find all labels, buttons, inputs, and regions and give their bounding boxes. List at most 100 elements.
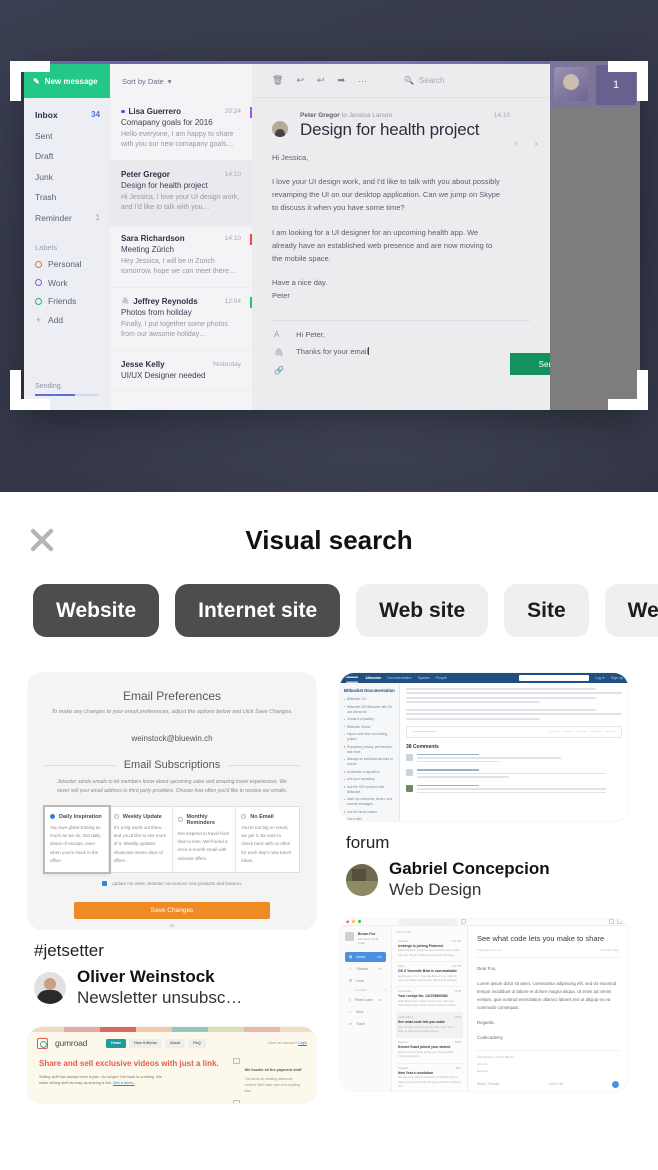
page-title: Visual search	[245, 524, 413, 555]
message-time: 14:10	[224, 234, 241, 242]
reply-all-icon[interactable]: ↩	[317, 75, 325, 86]
sidebar-item-inbox[interactable]: Inbox 34	[35, 110, 110, 120]
sender-name: Jesse Kelly	[121, 360, 165, 370]
chip-we[interactable]: We	[604, 584, 658, 637]
mail-item: Pinterest Mon New Year's resolution We lo…	[396, 1064, 463, 1091]
folder-label: Inbox	[35, 110, 58, 120]
feature-desc: You focus on creating awesome content. W…	[244, 1077, 301, 1093]
mail-regards: Regards,	[477, 1020, 495, 1026]
result-thumbnail[interactable]: Brown Fox Last Seen 13:45 Today ▤ Inbox …	[340, 918, 628, 1091]
label-personal[interactable]: Personal	[24, 259, 110, 269]
chevron-right-icon[interactable]: ›	[534, 138, 538, 150]
mail-app-page: Brown Fox Last Seen 13:45 Today ▤ Inbox …	[340, 918, 628, 1091]
sidebar-item-junk[interactable]: Junk	[35, 172, 110, 182]
subscription-options: Daily Inspiration You love globe-trottin…	[43, 804, 300, 875]
sender-name: Lisa Guerrero	[128, 107, 181, 116]
message-pager[interactable]: ‹ ›	[515, 138, 538, 150]
label-work[interactable]: Work	[24, 278, 110, 288]
attachment-icon[interactable]: 🖇	[274, 348, 284, 357]
option-desc: You love globe-trotting as much as we do…	[50, 824, 101, 864]
to-word: to	[341, 112, 347, 119]
doc-sidebar: Bitbucket Documentation Bitbucket 101 Bi…	[340, 683, 400, 821]
more-icon[interactable]: ···	[358, 76, 367, 86]
crop-handle-bottom-left[interactable]	[10, 370, 21, 410]
format-text-icon[interactable]: A	[274, 330, 284, 339]
mail-title: See what code lets you make to share	[477, 933, 605, 943]
sidebar-title: Bitbucket Documentation	[344, 688, 395, 693]
result-tag[interactable]: forum	[346, 833, 628, 853]
result-attribution[interactable]: Oliver Weinstock Newsletter unsubsc…	[34, 967, 316, 1009]
label-text: Add	[48, 314, 64, 325]
search-box[interactable]: 🔍 Search	[404, 76, 444, 85]
mail-item: Apple 1:22 PM OS X Yosemite Beta is now a…	[396, 962, 463, 988]
user-name: Brown Fox	[357, 931, 376, 936]
message-list-item[interactable]: 🖇 Jeffrey Reynolds 12:04 Photos from hol…	[110, 288, 252, 352]
message-list-item[interactable]: Lisa Guerrero 20:24 Comapany goals for 2…	[110, 98, 252, 162]
label-friends[interactable]: Friends	[24, 296, 110, 306]
author-name: Gabriel Concepcion	[389, 859, 550, 878]
reply-icon[interactable]: ↩	[296, 75, 304, 86]
panel-body	[550, 107, 640, 410]
chip-website[interactable]: Website	[33, 584, 160, 637]
sidebar-link: Bitbucket Teams	[344, 725, 395, 730]
sort-control[interactable]: Sort by Date ▾	[110, 64, 252, 98]
result-thumbnail[interactable]: gumroad Home How It Works About FAQ Have…	[28, 1026, 316, 1103]
mail-sidebar: Brown Fox Last Seen 13:45 Today ▤ Inbox …	[340, 925, 392, 1091]
filter-chip-row[interactable]: Website Internet site Web site Site We	[0, 584, 658, 637]
result-thumbnail[interactable]: Email Preferences To make any changes to…	[28, 673, 316, 929]
sidebar-item-trash[interactable]: Trash	[35, 192, 110, 202]
labels-header: Labels	[35, 243, 58, 252]
message-list-item[interactable]: Sara Richardson 14:10 Meeting Zürich Hey…	[110, 225, 252, 288]
message-time: Yesterday	[212, 361, 241, 369]
close-button[interactable]	[27, 525, 57, 555]
result-card[interactable]: gumroad Home How It Works About FAQ Have…	[28, 1026, 316, 1103]
mail-item: Codecademy 18:04 See what code lets you m…	[396, 1012, 463, 1039]
folder-label: Reminder	[35, 212, 72, 223]
message-list-item[interactable]: Jesse Kelly Yesterday UI/UX Designer nee…	[110, 351, 252, 392]
avatar[interactable]	[346, 863, 378, 896]
message-list-item[interactable]: Peter Gregor 14:10 Design for health pro…	[110, 161, 252, 225]
crop-handle-top-left[interactable]	[10, 61, 21, 101]
chip-internet-site[interactable]: Internet site	[175, 584, 341, 637]
result-card[interactable]: Email Preferences To make any changes to…	[28, 673, 316, 1009]
chevron-left-icon[interactable]: ‹	[515, 138, 519, 150]
reply-composer[interactable]: A 🖇 🔗 Hi Peter, Thanks for your email	[272, 321, 530, 375]
circle-icon	[35, 297, 42, 305]
hero-headline: Share and sell exclusive videos with jus…	[39, 1058, 219, 1068]
page-actions	[406, 725, 622, 738]
label-text: Personal	[48, 259, 82, 269]
result-card[interactable]: Brown Fox Last Seen 13:45 Today ▤ Inbox …	[340, 918, 628, 1091]
info-icon	[612, 1080, 619, 1088]
folder-count: 1	[95, 212, 100, 222]
sidebar-item-sent[interactable]: Sent	[35, 131, 110, 141]
chip-site[interactable]: Site	[504, 584, 589, 637]
send-icon: ✓	[349, 1009, 353, 1014]
comment-item	[406, 753, 622, 765]
trash-icon[interactable]: 🗑	[272, 75, 283, 86]
add-label-button[interactable]: + Add	[24, 315, 110, 325]
result-attribution[interactable]: Gabriel Concepcion Web Design	[346, 859, 628, 901]
cropped-screenshot[interactable]: ✎ New message Inbox 34 Sent Draft Junk T…	[24, 61, 640, 410]
sidebar-item-draft[interactable]: Draft	[35, 151, 110, 161]
crop-handle-top-right[interactable]	[637, 61, 648, 101]
chip-web-site[interactable]: Web site	[356, 584, 489, 637]
feature-title: We handle all the payment stuff	[244, 1067, 302, 1072]
board-name: Newsletter unsubsc…	[77, 988, 243, 1008]
result-thumbnail[interactable]: ☰ Atlassian Documentation Spaces People …	[340, 673, 628, 821]
compose-icon: ✎	[33, 76, 40, 86]
link-icon[interactable]: 🔗	[274, 366, 284, 375]
option-none: No Email You're not big on email, we get…	[236, 807, 299, 873]
result-tag[interactable]: #jetsetter	[34, 941, 316, 961]
crop-handle-bottom-right[interactable]	[637, 370, 648, 410]
forward-icon[interactable]: ➡	[338, 75, 346, 86]
chevron-down-icon: ▾	[167, 76, 172, 86]
progress-bar	[35, 394, 99, 396]
avatar[interactable]	[34, 971, 66, 1004]
signup-link: Sign up	[610, 676, 623, 680]
result-card[interactable]: ☰ Atlassian Documentation Spaces People …	[340, 673, 628, 901]
attachment-item: share.fb	[477, 1068, 488, 1073]
option-desc: Get inspired to travel from time to time…	[177, 830, 230, 861]
sidebar-item-reminder[interactable]: Reminder 1	[35, 213, 110, 223]
sidebar-link: Use the SSH protocol with Bitbucket	[344, 785, 395, 795]
bookmark-icon: ▯	[349, 997, 351, 1002]
